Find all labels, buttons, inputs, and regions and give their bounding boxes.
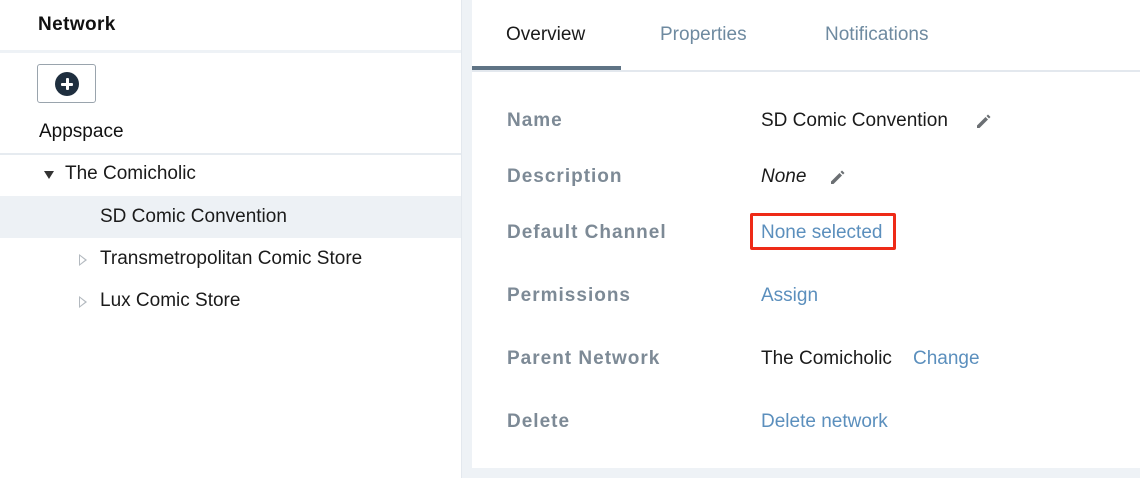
tab-notifications[interactable]: Notifications: [825, 24, 929, 46]
plus-circle-icon: [55, 72, 79, 96]
name-value: SD Comic Convention: [761, 110, 948, 131]
tree-item-sd-comic-convention[interactable]: SD Comic Convention: [0, 196, 461, 238]
appspace-label: Appspace: [39, 121, 124, 142]
change-parent-link[interactable]: Change: [913, 348, 980, 370]
edit-name-pencil-icon[interactable]: [975, 112, 993, 130]
assign-permissions-link[interactable]: Assign: [761, 285, 818, 307]
sidebar-title: Network: [38, 14, 116, 35]
tree-item-label: SD Comic Convention: [100, 206, 287, 227]
tree-item-the-comicholic[interactable]: The Comicholic: [0, 153, 461, 195]
tree-item-label: The Comicholic: [65, 163, 196, 184]
highlight-box: [750, 213, 896, 250]
default-channel-label: Default Channel: [507, 222, 667, 243]
collapsed-caret-icon[interactable]: [79, 296, 87, 308]
divider: [0, 50, 461, 53]
network-details-panel: Overview Properties Notifications Name S…: [472, 0, 1140, 468]
collapsed-caret-icon[interactable]: [79, 254, 87, 266]
name-label: Name: [507, 110, 563, 131]
tree-item-label: Lux Comic Store: [100, 290, 241, 311]
delete-label: Delete: [507, 411, 571, 432]
tab-bar: Overview Properties Notifications: [472, 0, 1140, 72]
edit-description-pencil-icon[interactable]: [829, 168, 847, 186]
parent-network-label: Parent Network: [507, 348, 661, 369]
description-value: None: [761, 166, 807, 187]
tree-item-label: Transmetropolitan Comic Store: [100, 248, 363, 269]
permissions-label: Permissions: [507, 285, 631, 306]
parent-network-value: The Comicholic: [761, 348, 892, 369]
tab-overview[interactable]: Overview: [506, 24, 585, 46]
tree-item-lux-comic-store[interactable]: Lux Comic Store: [0, 280, 461, 322]
tab-properties[interactable]: Properties: [660, 24, 747, 46]
active-tab-indicator: [472, 66, 621, 70]
expand-caret-icon[interactable]: [44, 171, 54, 179]
network-sidebar: Network Appspace The Comicholic SD Comic…: [0, 0, 462, 478]
tree-item-transmetropolitan-comic-store[interactable]: Transmetropolitan Comic Store: [0, 238, 461, 280]
description-label: Description: [507, 166, 623, 187]
delete-network-link[interactable]: Delete network: [761, 411, 888, 433]
add-network-button[interactable]: [37, 64, 96, 103]
